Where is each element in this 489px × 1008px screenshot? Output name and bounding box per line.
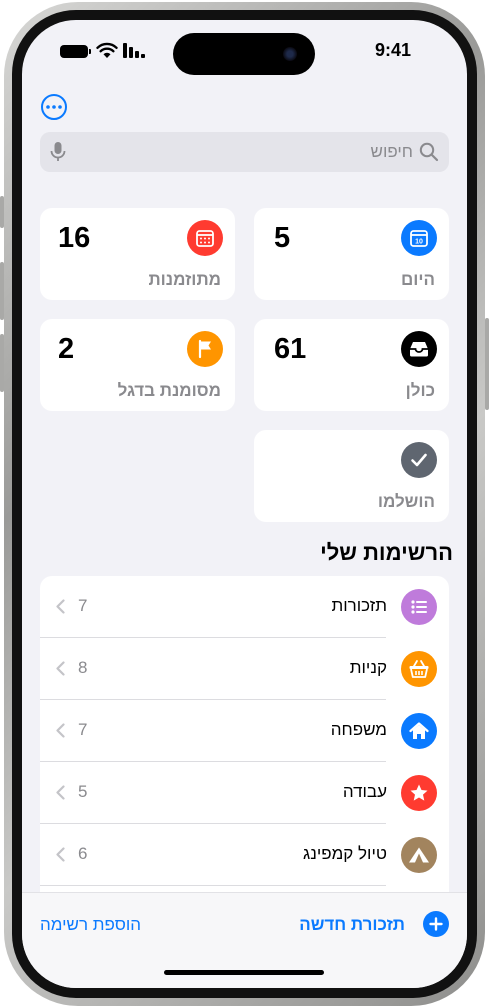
- list-item-count: 6: [78, 844, 88, 863]
- today-card[interactable]: 10 5 היום: [254, 208, 449, 300]
- star-icon: [401, 775, 437, 811]
- volume-down-button: [0, 334, 4, 392]
- all-count: 61: [274, 333, 307, 365]
- list-item[interactable]: טיול קמפינג 6: [40, 824, 449, 886]
- all-label: כולן: [405, 381, 435, 400]
- plus-circle-icon[interactable]: [423, 911, 449, 937]
- list-item-count: 7: [78, 596, 88, 615]
- scheduled-label: מתוזמנות: [148, 270, 221, 289]
- action-button: [0, 196, 4, 228]
- search-icon: [419, 142, 439, 162]
- microphone-icon[interactable]: [50, 141, 66, 163]
- new-reminder-button[interactable]: תזכורת חדשה: [299, 915, 405, 935]
- house-icon: [401, 713, 437, 749]
- row-divider: [40, 885, 386, 886]
- calendar-today-icon: 10: [401, 220, 437, 256]
- list-item-count: 8: [78, 658, 88, 677]
- scheduled-card[interactable]: 16 מתוזמנות: [40, 208, 235, 300]
- completed-card[interactable]: הושלמו: [254, 430, 449, 522]
- my-lists-title: הרשימות שלי: [320, 540, 453, 565]
- list-bullet-icon: [401, 589, 437, 625]
- wifi-icon: [96, 42, 118, 58]
- flag-icon: [187, 331, 223, 367]
- battery-icon: [60, 45, 91, 58]
- front-camera: [283, 47, 297, 61]
- today-label: היום: [401, 270, 435, 289]
- home-indicator[interactable]: [164, 970, 324, 975]
- tent-icon: [401, 837, 437, 873]
- completed-label: הושלמו: [377, 492, 435, 511]
- flagged-card[interactable]: 2 מסומנת בדגל: [40, 319, 235, 411]
- all-card[interactable]: 61 כולן: [254, 319, 449, 411]
- list-item-name: עבודה: [342, 782, 387, 801]
- list-item-count: 5: [78, 782, 88, 801]
- list-item[interactable]: קניות 8: [40, 638, 449, 700]
- list-item[interactable]: משפחה 7: [40, 700, 449, 762]
- search-input[interactable]: חיפוש: [371, 142, 413, 162]
- flagged-count: 2: [58, 333, 75, 365]
- chevron-left-icon: [56, 599, 65, 614]
- search-bar[interactable]: חיפוש: [40, 132, 449, 172]
- screen: 9:41 חיפוש 10 5 היום 16 מתוזמנות 61 כולן…: [22, 20, 467, 988]
- list-item-name: תזכורות: [331, 596, 387, 615]
- scheduled-count: 16: [58, 222, 91, 254]
- list-item-name: משפחה: [330, 720, 387, 739]
- list-item-name: טיול קמפינג: [303, 844, 387, 863]
- add-list-button[interactable]: הוספת רשימה: [40, 915, 141, 935]
- list-item[interactable]: תזכורות 7: [40, 576, 449, 638]
- side-button: [485, 318, 489, 410]
- basket-icon: [401, 651, 437, 687]
- list-item[interactable]: עבודה 5: [40, 762, 449, 824]
- checkmark-icon: [401, 442, 437, 478]
- volume-up-button: [0, 262, 4, 320]
- chevron-left-icon: [56, 661, 65, 676]
- dynamic-island: [173, 33, 315, 75]
- chevron-left-icon: [56, 723, 65, 738]
- more-options-button[interactable]: [41, 94, 67, 120]
- calendar-icon: [187, 220, 223, 256]
- calendar-day-number: 10: [415, 239, 423, 246]
- ellipsis-icon: [46, 105, 62, 109]
- list-item-name: קניות: [349, 658, 387, 677]
- chevron-left-icon: [56, 785, 65, 800]
- tray-icon: [401, 331, 437, 367]
- flagged-label: מסומנת בדגל: [117, 381, 221, 400]
- cellular-signal-icon: [123, 43, 145, 58]
- status-time: 9:41: [374, 40, 412, 60]
- list-item-count: 7: [78, 720, 88, 739]
- chevron-left-icon: [56, 847, 65, 862]
- my-lists: תזכורות 7 קניות 8 משפחה 7 עבודה 5 טיול ק…: [40, 576, 449, 906]
- today-count: 5: [274, 222, 291, 254]
